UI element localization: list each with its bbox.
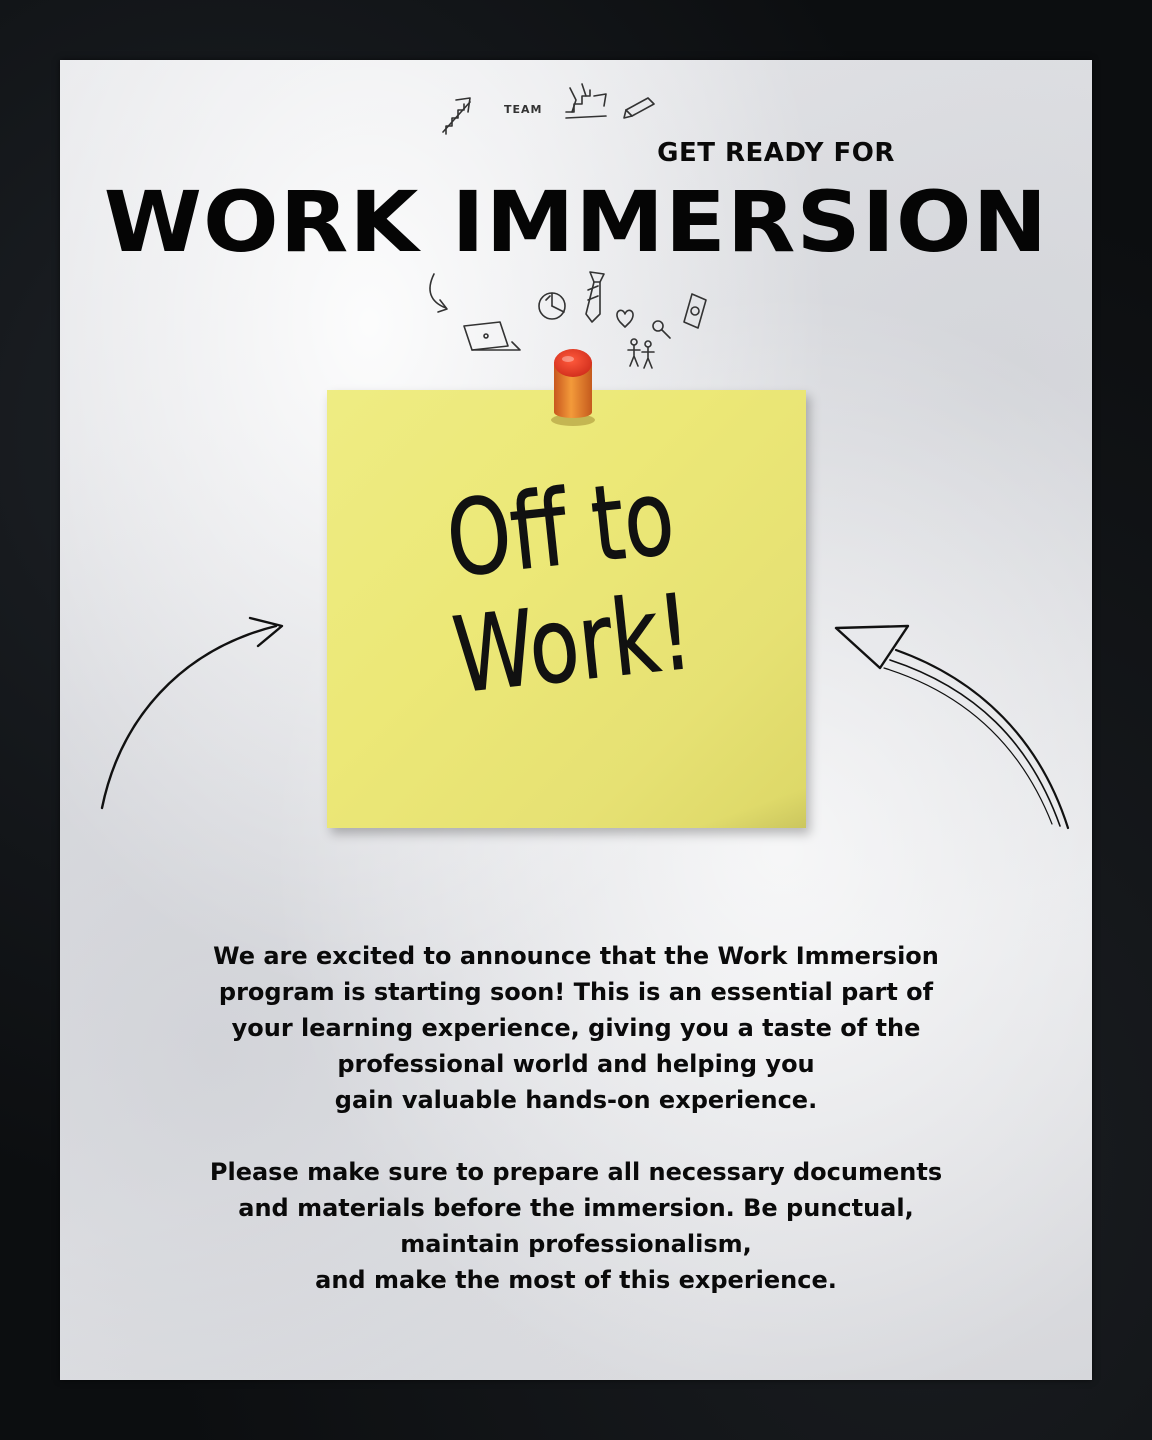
announcement-body: We are excited to announce that the Work…: [126, 938, 1026, 1298]
announcement-paragraph-2: Please make sure to prepare all necessar…: [209, 1158, 943, 1294]
sticky-note-text: Off to Work!: [441, 455, 698, 718]
kicker-heading: GET READY FOR: [657, 138, 895, 168]
page-title: WORK IMMERSION: [103, 173, 1049, 271]
announcement-paragraph-1: We are excited to announce that the Work…: [213, 942, 939, 1114]
push-pin-icon: [551, 349, 595, 426]
